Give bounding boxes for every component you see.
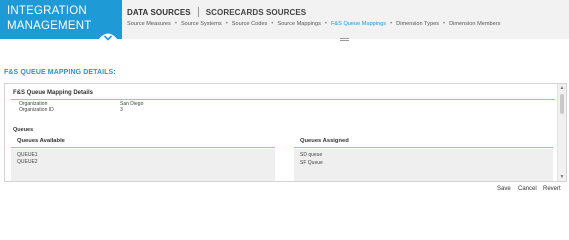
tab-separator xyxy=(197,7,199,17)
scroll-down-icon[interactable]: ▼ xyxy=(559,174,565,180)
subnav-dimension-types[interactable]: Dimension Types xyxy=(396,21,439,27)
queues-assigned-divider xyxy=(294,147,553,148)
subnav-source-systems[interactable]: Source Systems xyxy=(181,21,222,27)
subnav-dimension-members[interactable]: Dimension Members xyxy=(449,21,500,27)
subnav-source-measures[interactable]: Source Measures xyxy=(127,21,171,27)
organization-id-value: 3 xyxy=(120,107,123,113)
sub-navigation: Source Measures • Source Systems • Sourc… xyxy=(127,19,500,28)
tab-data-sources[interactable]: DATA SOURCES xyxy=(127,8,191,17)
list-item[interactable]: QUEUE2 xyxy=(17,159,38,165)
app-title: INTEGRATION MANAGEMENT xyxy=(7,4,91,34)
list-item[interactable]: SD queue xyxy=(300,152,322,158)
bullet-icon: • xyxy=(271,20,274,27)
bullet-icon: • xyxy=(225,20,228,27)
bullet-icon: • xyxy=(174,20,177,27)
app-title-line1: INTEGRATION xyxy=(7,5,87,17)
bullet-icon: • xyxy=(324,20,328,27)
list-item[interactable]: SF Queue xyxy=(300,160,323,166)
revert-button[interactable]: Revert xyxy=(543,185,561,194)
page-title: F&S QUEUE MAPPING DETAILS: xyxy=(4,69,116,76)
brand-block: INTEGRATION MANAGEMENT xyxy=(0,0,122,43)
details-panel-content: F&S Queue Mapping Details Organization S… xyxy=(5,84,558,181)
queues-available-divider xyxy=(11,147,275,148)
collapse-handle-icon[interactable] xyxy=(340,38,349,42)
save-button[interactable]: Save xyxy=(497,185,511,194)
queues-assigned-title: Queues Assigned xyxy=(300,138,349,144)
section-title: F&S Queue Mapping Details xyxy=(13,90,94,96)
subnav-fs-queue-mappings[interactable]: F&S Queue Mappings xyxy=(331,21,386,27)
top-navigation: DATA SOURCES SCORECARDS SOURCES xyxy=(127,6,306,18)
subnav-source-mappings[interactable]: Source Mappings xyxy=(277,21,321,27)
organization-id-label: Organization ID xyxy=(19,107,54,113)
queues-available-box: Queues Available QUEUE1 QUEUE2 xyxy=(11,137,275,181)
details-panel: F&S Queue Mapping Details Organization S… xyxy=(4,83,567,182)
app-title-line2: MANAGEMENT xyxy=(7,20,92,32)
tab-scorecards-sources[interactable]: SCORECARDS SOURCES xyxy=(206,8,306,17)
section-divider xyxy=(11,99,555,100)
scroll-up-icon[interactable]: ▲ xyxy=(559,85,565,91)
cancel-button[interactable]: Cancel xyxy=(518,185,537,194)
queues-label: Queues xyxy=(13,127,34,133)
vertical-scrollbar[interactable]: ▲ ▼ xyxy=(557,84,566,181)
app-header: INTEGRATION MANAGEMENT DATA SOURCES SCOR… xyxy=(0,0,569,43)
subnav-source-codes[interactable]: Source Codes xyxy=(232,21,267,27)
menu-toggle-icon[interactable] xyxy=(96,30,120,43)
bullet-icon: • xyxy=(442,20,446,27)
queues-assigned-list[interactable]: SD queue SF Queue xyxy=(294,149,553,181)
organization-value: San Diego xyxy=(120,101,144,107)
queues-assigned-box: Queues Assigned SD queue SF Queue xyxy=(294,137,553,181)
bullet-icon: • xyxy=(390,20,393,27)
list-item[interactable]: QUEUE1 xyxy=(17,152,38,158)
queues-available-list[interactable]: QUEUE1 QUEUE2 xyxy=(11,149,275,181)
scroll-thumb[interactable] xyxy=(560,94,564,114)
queues-available-title: Queues Available xyxy=(17,138,65,144)
